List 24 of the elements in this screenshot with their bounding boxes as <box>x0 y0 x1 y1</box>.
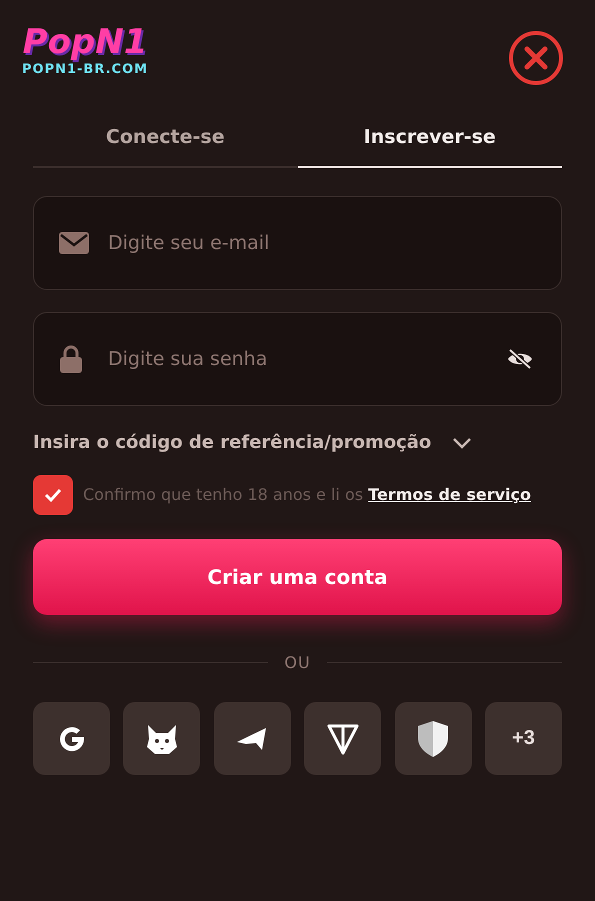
input-field[interactable]: Digite seu e-mail <box>33 196 562 290</box>
close-button[interactable] <box>508 30 564 86</box>
social-login-button[interactable] <box>214 702 291 775</box>
close-icon <box>508 30 564 86</box>
hidden-eye-icon[interactable] <box>506 348 534 370</box>
consent-text: Confirmo que tenho 18 anos e li os Termos de serviço <box>83 484 531 506</box>
ton-icon <box>326 722 360 756</box>
checkbox[interactable] <box>33 475 73 515</box>
tab[interactable]: Inscrever-se <box>298 126 562 168</box>
social-login-button[interactable] <box>33 702 110 775</box>
terms-link[interactable]: Termos de serviço <box>368 485 531 504</box>
site-logo: PopN1 POPN1-BR.COM <box>22 22 148 77</box>
social-login-button[interactable] <box>123 702 200 775</box>
create-account-button[interactable]: Criar uma conta <box>33 539 562 615</box>
social-login-button[interactable] <box>394 702 472 775</box>
input-field[interactable]: Digite sua senha <box>33 312 562 406</box>
social-login-button[interactable] <box>304 702 382 775</box>
fox-icon <box>144 722 179 754</box>
social-login-button[interactable]: +3 <box>484 702 562 775</box>
shield-icon <box>417 720 450 758</box>
divider-text: OU <box>284 653 311 672</box>
tab[interactable]: Conecte-se <box>33 126 298 168</box>
promo-code-toggle[interactable]: Insira o código de referência/promoção <box>33 432 474 453</box>
checkmark-icon <box>43 487 63 503</box>
